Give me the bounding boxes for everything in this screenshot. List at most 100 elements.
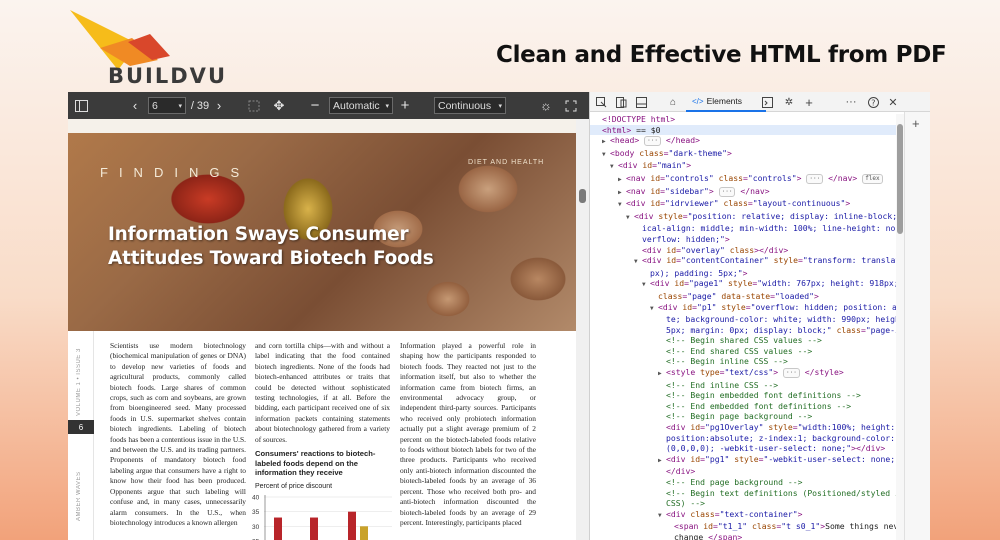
chart-subtitle: Percent of price discount bbox=[255, 483, 333, 490]
home-icon[interactable]: ⌂ bbox=[666, 95, 680, 109]
help-icon[interactable]: ? bbox=[866, 95, 880, 109]
dom-tree-line[interactable]: te; background-color: white; width: 990p… bbox=[590, 314, 929, 325]
dom-tree-line[interactable]: <!-- Begin page background --> bbox=[590, 411, 900, 422]
collapse-arrow-icon[interactable]: ▼ bbox=[658, 511, 666, 522]
dom-tree-line-text: <style type="text/css"> ··· </style> bbox=[666, 367, 844, 379]
scroll-mode-select[interactable]: Continuous ▾ bbox=[434, 97, 506, 114]
dom-tree-line[interactable]: position:absolute; z-index:1; background… bbox=[590, 433, 915, 444]
dom-tree-line[interactable]: ▶ <head> ··· </head> bbox=[590, 135, 900, 148]
dom-tree-line[interactable]: ▶ <div id="pg1" style="-webkit-user-selec… bbox=[590, 454, 927, 467]
select-tool-icon[interactable] bbox=[246, 92, 262, 119]
add-pane-icon[interactable]: + bbox=[912, 116, 920, 131]
tab-elements[interactable]: </> Elements bbox=[686, 92, 766, 112]
dom-tree-line[interactable]: px); padding: 5px;"> bbox=[590, 268, 900, 279]
dom-tree-line[interactable]: <!DOCTYPE html> bbox=[590, 114, 900, 125]
device-toolbar-icon[interactable] bbox=[614, 95, 628, 109]
dom-tree-line[interactable]: <div id="overlay" class></div> bbox=[590, 245, 900, 256]
expand-arrow-icon[interactable]: ▶ bbox=[658, 456, 666, 467]
dom-tree-line[interactable]: ▼ <div id="contentContainer" style="trans… bbox=[590, 255, 920, 268]
collapse-arrow-icon[interactable]: ▼ bbox=[618, 200, 626, 211]
devtools-scroll-thumb[interactable] bbox=[897, 124, 903, 234]
console-icon[interactable] bbox=[760, 95, 774, 109]
page-number-select[interactable]: 6 ▾ bbox=[148, 97, 186, 114]
devtools-side-panel: + bbox=[904, 112, 930, 540]
article-column-2: and corn tortilla chips—with and without… bbox=[255, 341, 390, 444]
dom-tree-line[interactable]: <!-- End embedded font definitions --> bbox=[590, 401, 900, 412]
zoom-select[interactable]: Automatic ▾ bbox=[329, 97, 393, 114]
dom-tree-line[interactable]: <!-- Begin shared CSS values --> bbox=[590, 335, 900, 346]
dom-tree-line[interactable]: <html> == $0 bbox=[590, 124, 900, 136]
article-column-3: Information played a powerful role in sh… bbox=[400, 341, 536, 527]
fullscreen-icon[interactable] bbox=[563, 92, 579, 119]
zoom-value: Automatic bbox=[333, 99, 380, 112]
expand-arrow-icon[interactable]: ▶ bbox=[618, 188, 626, 199]
collapse-arrow-icon[interactable]: ▼ bbox=[642, 280, 650, 291]
dom-tree-line[interactable]: ▶ <style type="text/css"> ··· </style> bbox=[590, 367, 900, 380]
next-page-icon[interactable]: › bbox=[212, 92, 226, 119]
dom-tree-line[interactable]: <div id="pg1Overlay" style="width:100%; … bbox=[590, 422, 919, 433]
dom-tree-line-text: <div id="contentContainer" style="transf… bbox=[642, 255, 920, 266]
dom-tree-line-text: change </span> bbox=[674, 531, 743, 540]
page-total: / 39 bbox=[190, 99, 210, 112]
dom-tree-line[interactable]: ▼ <div id="idrviewer" class="layout-conti… bbox=[590, 198, 900, 211]
zoom-in-icon[interactable]: + bbox=[398, 92, 412, 119]
pdf-page: FINDINGS DIET AND HEALTH Information Swa… bbox=[68, 119, 576, 540]
prev-page-icon[interactable]: ‹ bbox=[128, 92, 142, 119]
dom-tree-line[interactable]: verflow: hidden;"> bbox=[590, 234, 900, 245]
chart-bar bbox=[348, 511, 356, 540]
dom-tree-line[interactable]: class="page" data-state="loaded"> bbox=[590, 291, 900, 302]
dom-tree-line-text: <body class="dark-theme"> bbox=[610, 147, 732, 158]
viewer-scroll-thumb[interactable] bbox=[579, 189, 586, 203]
dom-tree-line[interactable]: ▶ <nav id="sidebar"> ··· </nav> bbox=[590, 186, 900, 199]
dom-tree-line[interactable]: </div> bbox=[590, 466, 900, 477]
theme-toggle-icon[interactable]: ☼ bbox=[538, 92, 554, 119]
tab-elements-label: Elements bbox=[706, 96, 743, 106]
dom-tree-line-text: <!-- End shared CSS values --> bbox=[666, 345, 813, 356]
dom-tree-line[interactable]: ▼ <div style="position: relative; display… bbox=[590, 211, 922, 224]
sidebar-toggle-icon[interactable] bbox=[72, 92, 90, 119]
inspect-element-icon[interactable] bbox=[594, 95, 608, 109]
pan-tool-icon[interactable]: ✥ bbox=[271, 92, 287, 119]
devtools-scrollbar[interactable] bbox=[896, 114, 904, 540]
dom-tree-line[interactable]: <span id="t1_1" class="t s0_1">Some thin… bbox=[590, 521, 908, 532]
dom-tree-line[interactable]: ▼ <div id="page1" style="width: 767px; he… bbox=[590, 278, 903, 291]
dom-tree-line[interactable]: <!-- Begin inline CSS --> bbox=[590, 356, 900, 367]
dom-tree-line[interactable]: <!-- End page background --> bbox=[590, 477, 900, 488]
dom-tree-line[interactable]: ▼ <body class="dark-theme"> bbox=[590, 148, 900, 161]
dom-tree-line[interactable]: (0,0,0,0); -webkit-user-select: none;"><… bbox=[590, 443, 900, 454]
dom-tree-line-text: <div id="overlay" class></div> bbox=[642, 244, 789, 255]
dom-tree-line[interactable]: CSS) --> bbox=[590, 498, 900, 509]
chevron-down-icon: ▾ bbox=[178, 102, 182, 110]
dom-tree-line-text: <!-- Begin text definitions (Positioned/… bbox=[666, 487, 905, 498]
drawer-toggle-icon[interactable] bbox=[634, 95, 648, 109]
expand-arrow-icon[interactable]: ▶ bbox=[618, 175, 626, 186]
zoom-out-icon[interactable]: − bbox=[308, 92, 322, 119]
dom-tree-line-text: px); padding: 5px;"> bbox=[650, 267, 748, 278]
collapse-arrow-icon[interactable]: ▼ bbox=[634, 257, 642, 268]
dom-tree-line-text: position:absolute; z-index:1; background… bbox=[666, 432, 915, 443]
dom-tree-line[interactable]: change </span> bbox=[590, 532, 900, 540]
dom-tree-line[interactable]: ical-align: middle; min-width: 100%; lin… bbox=[590, 223, 930, 234]
dom-tree-line-text: <!DOCTYPE html> bbox=[602, 114, 676, 124]
collapse-arrow-icon[interactable]: ▼ bbox=[602, 150, 610, 161]
dom-tree-line[interactable]: ▼ <div class="text-container"> bbox=[590, 509, 900, 522]
expand-arrow-icon[interactable]: ▶ bbox=[602, 137, 610, 148]
collapse-arrow-icon[interactable]: ▼ bbox=[610, 162, 618, 173]
close-icon[interactable]: ✕ bbox=[886, 95, 900, 109]
dom-tree-line[interactable]: 5px; margin: 0px; display: block;" class… bbox=[590, 325, 929, 336]
viewer-scrollbar[interactable] bbox=[576, 119, 589, 540]
dom-tree-line[interactable]: ▼ <div id="main"> bbox=[590, 160, 900, 173]
expand-arrow-icon[interactable]: ▶ bbox=[658, 369, 666, 380]
dom-tree-line[interactable]: <!-- End shared CSS values --> bbox=[590, 346, 900, 357]
bug-icon[interactable]: ✲ bbox=[782, 95, 796, 109]
dom-tree-line[interactable]: ▼ <div id="p1" style="overflow: hidden; p… bbox=[590, 302, 921, 315]
dom-tree-line[interactable]: <!-- Begin embedded font definitions --> bbox=[590, 390, 900, 401]
collapse-arrow-icon[interactable]: ▼ bbox=[650, 304, 658, 315]
more-options-icon[interactable]: ··· bbox=[844, 95, 858, 109]
dom-tree-line[interactable]: <!-- End inline CSS --> bbox=[590, 380, 900, 391]
dom-tree-line-text: <!-- End embedded font definitions --> bbox=[666, 400, 852, 411]
dom-tree-line[interactable]: <!-- Begin text definitions (Positioned/… bbox=[590, 488, 905, 499]
collapse-arrow-icon[interactable]: ▼ bbox=[626, 213, 634, 224]
dom-tree-line[interactable]: ▶ <nav id="controls" class="controls"> ··… bbox=[590, 173, 900, 186]
add-tab-icon[interactable]: + bbox=[802, 95, 816, 110]
